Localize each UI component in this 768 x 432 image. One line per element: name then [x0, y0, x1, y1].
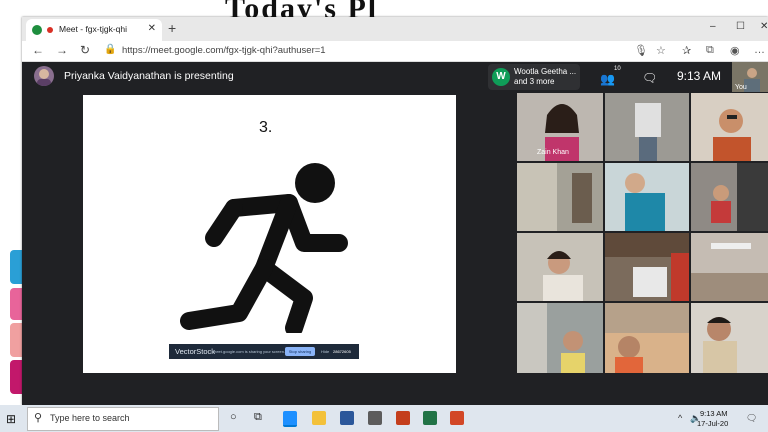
word-icon[interactable]	[340, 411, 354, 425]
app-icon[interactable]	[450, 411, 464, 425]
participant-avatar: W	[492, 68, 510, 86]
participant-video	[605, 303, 689, 373]
participant-tile[interactable]	[691, 163, 768, 231]
clock-date[interactable]: 17-Jul-20	[697, 419, 728, 428]
participant-tile[interactable]	[691, 93, 768, 161]
presenting-status: Priyanka Vaidyanathan is presenting	[64, 70, 234, 82]
maximize-button[interactable]: ☐	[736, 21, 745, 32]
favorite-star-icon[interactable]: ☆	[656, 44, 666, 57]
taskbar-search[interactable]: ⚲ Type here to search	[27, 407, 219, 431]
store-icon[interactable]	[368, 411, 382, 425]
share-message: meet.google.com is sharing your screen.	[213, 349, 286, 354]
favorites-list-icon[interactable]: ✰	[682, 44, 691, 57]
profile-icon[interactable]: ◉	[730, 44, 740, 57]
more-options-icon[interactable]: …	[754, 44, 765, 56]
participant-name: Zain Khan	[537, 149, 569, 156]
collections-icon[interactable]: ⧉	[706, 44, 714, 57]
vectorstock-logo: VectorStock	[175, 347, 216, 356]
participant-video	[605, 163, 689, 231]
participant-grid: Zain Khan	[517, 93, 768, 373]
people-count: 10	[614, 66, 621, 72]
windows-start-icon[interactable]: ⊞	[6, 412, 16, 426]
participant-video	[691, 233, 768, 301]
participants-pill[interactable]: W Wootla Geetha ... and 3 more	[488, 64, 580, 90]
meet-favicon-icon	[32, 25, 42, 35]
slide-number: 3.	[259, 119, 273, 136]
participant-name: Wootla Geetha ...	[514, 67, 577, 76]
self-view-tile[interactable]: You	[732, 62, 768, 92]
notifications-icon[interactable]: 🗨	[746, 413, 757, 424]
meet-stage: Priyanka Vaidyanathan is presenting W Wo…	[22, 62, 768, 405]
tab-title: Meet - fgx-tjgk-qhi	[59, 24, 128, 34]
url-field[interactable]: https://meet.google.com/fgx-tjgk-qhi?aut…	[122, 43, 662, 58]
lock-icon: 🔒	[104, 44, 117, 55]
close-window-button[interactable]: ✕	[760, 21, 768, 32]
browser-window: Meet - fgx-tjgk-qhi ✕ + – ☐ ✕ ← → ↻ 🔒 ht…	[22, 17, 768, 405]
microphone-icon[interactable]: 🎙	[634, 44, 648, 57]
search-placeholder: Type here to search	[50, 413, 130, 423]
powerpoint-icon[interactable]	[396, 411, 410, 425]
clock-time[interactable]: 9:13 AM	[700, 409, 728, 418]
participant-tile[interactable]	[691, 303, 768, 373]
participant-video	[605, 233, 689, 301]
participant-tile[interactable]	[605, 163, 689, 231]
participant-video	[517, 233, 603, 301]
edge-taskbar-icon[interactable]	[283, 411, 297, 427]
participant-tile[interactable]	[605, 303, 689, 373]
minimize-button[interactable]: –	[710, 21, 716, 32]
running-person-icon	[180, 163, 348, 333]
participant-video	[691, 163, 768, 231]
excel-icon[interactable]	[423, 411, 437, 425]
participant-tile[interactable]	[605, 233, 689, 301]
chat-button[interactable]: 🗨	[642, 69, 657, 87]
tab-meet[interactable]: Meet - fgx-tjgk-qhi ✕	[26, 19, 162, 41]
screen-share-banner: VectorStock meet.google.com is sharing y…	[169, 344, 359, 359]
hide-button[interactable]: Hide	[321, 349, 329, 354]
file-explorer-icon[interactable]	[312, 411, 326, 425]
tab-bar: Meet - fgx-tjgk-qhi ✕ + – ☐ ✕	[22, 17, 768, 41]
participant-more: and 3 more	[514, 77, 555, 86]
self-label: You	[735, 84, 747, 91]
back-icon[interactable]: ←	[32, 43, 44, 57]
participant-video	[517, 303, 603, 373]
participant-video	[517, 163, 603, 231]
presenter-avatar-image	[37, 69, 51, 86]
participant-tile[interactable]	[517, 303, 603, 373]
participant-tile[interactable]	[517, 163, 603, 231]
participant-tile[interactable]	[691, 233, 768, 301]
cortana-icon[interactable]: ○	[230, 411, 237, 423]
search-icon: ⚲	[34, 412, 43, 424]
participant-video	[691, 303, 768, 373]
participant-video	[691, 93, 768, 161]
participant-tile[interactable]	[605, 93, 689, 161]
chat-icon: 🗨	[642, 71, 658, 85]
participant-tile[interactable]: Zain Khan	[517, 93, 603, 161]
presentation-slide: 3. VectorStock meet.google.com is sharin…	[83, 95, 456, 373]
task-view-icon[interactable]: ⧉	[254, 411, 262, 424]
presenter-avatar	[34, 66, 54, 86]
participant-tile[interactable]	[517, 233, 603, 301]
tray-chevron-icon[interactable]: ^	[678, 413, 682, 423]
people-button[interactable]: 👥 10	[600, 66, 621, 88]
forward-icon[interactable]: →	[56, 43, 68, 57]
image-id: 28672605	[333, 349, 351, 354]
windows-taskbar: ⊞ ⚲ Type here to search ○ ⧉ ^ 🔈 9:13 AM …	[0, 405, 768, 432]
meet-bottom-bar	[22, 373, 768, 405]
people-icon: 👥	[600, 72, 615, 86]
refresh-icon[interactable]: ↻	[80, 43, 90, 57]
stop-sharing-button[interactable]: Stop sharing	[285, 347, 315, 356]
meet-top-bar: Priyanka Vaidyanathan is presenting W Wo…	[22, 62, 768, 92]
new-tab-button[interactable]: +	[168, 20, 176, 36]
address-bar-row: ← → ↻ 🔒 https://meet.google.com/fgx-tjgk…	[22, 41, 768, 62]
participant-video	[605, 93, 689, 161]
meeting-time: 9:13 AM	[677, 69, 722, 83]
recording-dot-icon	[47, 27, 53, 33]
close-tab-icon[interactable]: ✕	[148, 23, 156, 34]
